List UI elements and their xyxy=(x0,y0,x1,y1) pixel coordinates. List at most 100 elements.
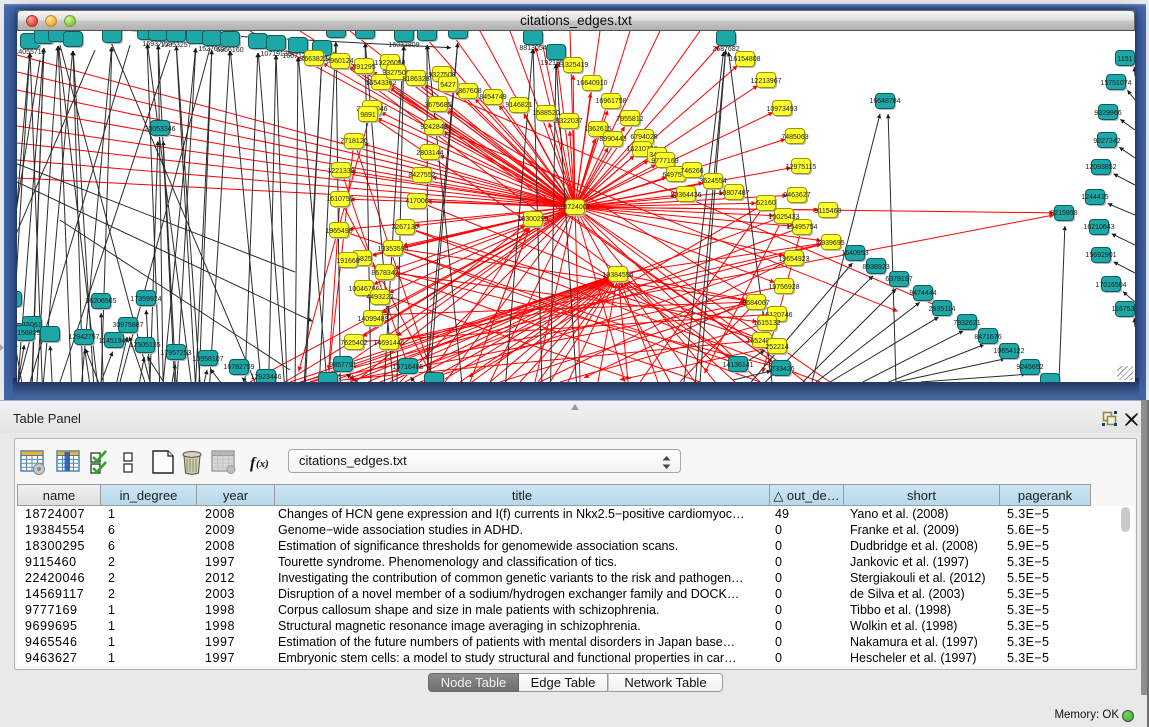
svg-text:8678342: 8678342 xyxy=(371,270,398,277)
svg-text:9115460: 9115460 xyxy=(815,208,842,215)
svg-text:7663822: 7663822 xyxy=(300,56,327,63)
svg-text:1640953: 1640953 xyxy=(841,250,868,257)
svg-text:62160: 62160 xyxy=(756,200,776,207)
svg-text:1244415: 1244415 xyxy=(1081,194,1108,201)
svg-text:16210643: 16210643 xyxy=(1083,224,1114,231)
svg-text:10807487: 10807487 xyxy=(718,190,749,197)
svg-text:8427552: 8427552 xyxy=(408,172,435,179)
svg-text:18300295: 18300295 xyxy=(517,216,548,223)
svg-text:8471676: 8471676 xyxy=(974,334,1001,341)
svg-text:11325419: 11325419 xyxy=(558,62,589,69)
svg-text:15495754: 15495754 xyxy=(786,224,817,231)
svg-text:20053346: 20053346 xyxy=(144,126,175,133)
svg-text:9227342: 9227342 xyxy=(1093,138,1120,145)
svg-text:12213967: 12213967 xyxy=(750,78,781,85)
svg-text:9146821: 9146821 xyxy=(505,102,532,109)
svg-text:10958107: 10958107 xyxy=(192,356,223,363)
svg-text:10973493: 10973493 xyxy=(766,106,797,113)
svg-text:12156829: 12156829 xyxy=(17,330,41,337)
svg-text:30975887: 30975887 xyxy=(112,322,143,329)
svg-text:12093852: 12093852 xyxy=(1085,164,1116,171)
svg-text:15751074: 15751074 xyxy=(1100,80,1131,87)
svg-text:10853257: 10853257 xyxy=(160,42,191,49)
svg-text:7485063: 7485063 xyxy=(781,134,808,141)
svg-text:9857791: 9857791 xyxy=(329,362,356,369)
svg-text:9684067: 9684067 xyxy=(742,300,769,307)
svg-text:9891: 9891 xyxy=(360,112,376,119)
svg-text:17016504: 17016504 xyxy=(1095,282,1126,289)
svg-text:1733426: 1733426 xyxy=(767,366,794,373)
svg-text:1615132: 1615132 xyxy=(753,320,780,327)
svg-text:2687682: 2687682 xyxy=(712,46,739,53)
svg-text:16154808: 16154808 xyxy=(729,56,760,63)
svg-text:12975115: 12975115 xyxy=(786,164,817,171)
svg-text:8960124: 8960124 xyxy=(326,58,353,65)
svg-text:891295: 891295 xyxy=(352,64,375,71)
svg-text:3675685: 3675685 xyxy=(424,102,451,109)
svg-text:2935114: 2935114 xyxy=(929,306,956,313)
svg-text:16543362: 16543362 xyxy=(365,80,396,87)
svg-text:8990443: 8990443 xyxy=(599,136,626,143)
svg-text:1965498: 1965498 xyxy=(325,228,352,235)
svg-text:2718126: 2718126 xyxy=(340,138,367,145)
svg-text:1610755: 1610755 xyxy=(326,196,353,203)
svg-text:19654923: 19654923 xyxy=(778,256,809,263)
svg-text:16033809: 16033809 xyxy=(388,42,419,49)
svg-text:14099489: 14099489 xyxy=(357,316,388,323)
svg-text:746266: 746266 xyxy=(680,168,703,175)
svg-text:15716485: 15716485 xyxy=(392,364,423,371)
svg-text:19756928: 19756928 xyxy=(768,284,799,291)
svg-text:16640910: 16640910 xyxy=(576,80,607,87)
svg-text:6794028: 6794028 xyxy=(630,134,657,141)
svg-text:11451944: 11451944 xyxy=(99,338,130,345)
svg-text:16782759: 16782759 xyxy=(223,364,254,371)
svg-text:6939695: 6939695 xyxy=(817,240,844,247)
svg-text:3624554: 3624554 xyxy=(699,178,726,185)
svg-text:8186328: 8186328 xyxy=(402,76,429,83)
svg-text:9463627: 9463627 xyxy=(783,192,810,199)
svg-text:1167534: 1167534 xyxy=(1112,306,1135,313)
svg-text:16648784: 16648784 xyxy=(869,98,900,105)
svg-text:7625402: 7625402 xyxy=(340,340,367,347)
svg-text:5427: 5427 xyxy=(440,82,456,89)
svg-text:18724007: 18724007 xyxy=(559,204,590,211)
svg-text:19384554: 19384554 xyxy=(602,272,633,279)
svg-text:26206565: 26206565 xyxy=(85,298,116,305)
svg-text:8938923: 8938923 xyxy=(862,264,889,271)
svg-text:10654122: 10654122 xyxy=(993,348,1024,355)
svg-text:9777169: 9777169 xyxy=(651,158,678,165)
svg-text:6966160: 6966160 xyxy=(216,47,243,54)
svg-text:8322037: 8322037 xyxy=(555,118,582,125)
svg-text:15692901: 15692901 xyxy=(1085,252,1116,259)
svg-text:4493222: 4493222 xyxy=(366,294,393,301)
svg-text:17359924: 17359924 xyxy=(130,296,161,303)
svg-text:16961758: 16961758 xyxy=(595,98,626,105)
svg-text:8454749: 8454749 xyxy=(479,94,506,101)
svg-text:6379197: 6379197 xyxy=(885,276,912,283)
svg-text:8215958: 8215958 xyxy=(1050,210,1077,217)
svg-text:7955812: 7955812 xyxy=(616,116,643,123)
svg-text:1221338: 1221338 xyxy=(327,168,354,175)
svg-text:8813054: 8813054 xyxy=(519,45,546,52)
svg-text:(x): (x) xyxy=(256,458,269,470)
svg-text:14691446: 14691446 xyxy=(373,340,404,347)
svg-text:191668: 191668 xyxy=(336,258,359,265)
svg-text:9329966: 9329966 xyxy=(1094,110,1121,117)
svg-text:1151: 1151 xyxy=(1117,56,1132,63)
svg-text:14055712: 14055712 xyxy=(17,49,46,56)
svg-text:252214: 252214 xyxy=(765,344,788,351)
svg-text:9474444: 9474444 xyxy=(909,290,936,297)
svg-text:12505135: 12505135 xyxy=(129,342,160,349)
svg-text:9245652: 9245652 xyxy=(1016,364,1043,371)
svg-text:12942757: 12942757 xyxy=(68,334,99,341)
svg-text:7932621: 7932621 xyxy=(953,320,980,327)
svg-text:12923446: 12923446 xyxy=(250,374,281,381)
svg-text:2803144: 2803144 xyxy=(416,150,443,157)
svg-text:13353594: 13353594 xyxy=(377,246,408,253)
svg-text:17957253: 17957253 xyxy=(160,350,191,357)
svg-text:417006: 417006 xyxy=(405,198,428,205)
svg-text:14136141: 14136141 xyxy=(722,362,753,369)
svg-text:20364436: 20364436 xyxy=(670,192,701,199)
svg-text:1588520: 1588520 xyxy=(532,110,559,117)
svg-text:9242848: 9242848 xyxy=(420,124,447,131)
